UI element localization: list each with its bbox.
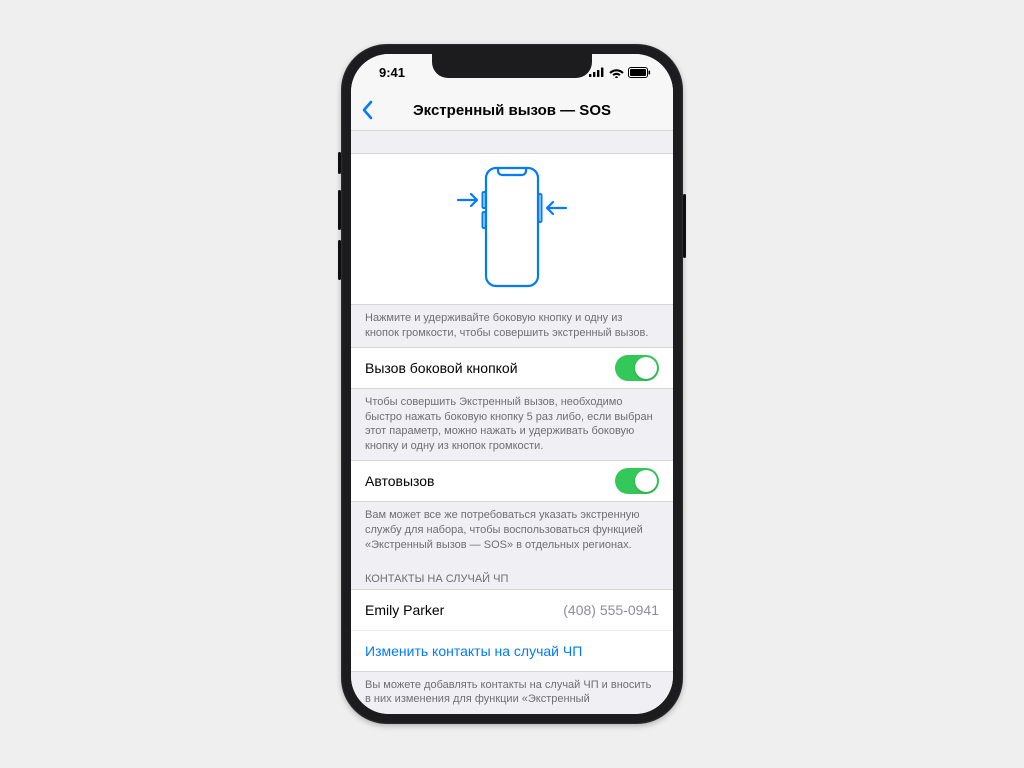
hero-footer: Нажмите и удерживайте боковую кнопку и о… bbox=[351, 305, 673, 347]
hero-illustration-row bbox=[351, 153, 673, 305]
side-button bbox=[683, 194, 686, 258]
phone-frame: 9:41 Экстренный вызов — SOS bbox=[341, 44, 683, 724]
emergency-contacts-header: КОНТАКТЫ НА СЛУЧАЙ ЧП bbox=[351, 559, 673, 589]
volume-down-button bbox=[338, 240, 341, 280]
wifi-icon bbox=[609, 67, 624, 78]
auto-call-row[interactable]: Автовызов bbox=[351, 460, 673, 502]
emergency-contact-row[interactable]: Emily Parker (408) 555-0941 bbox=[351, 589, 673, 630]
edit-emergency-contacts-label: Изменить контакты на случай ЧП bbox=[365, 643, 582, 659]
call-with-side-button-footer: Чтобы совершить Экстренный вызов, необхо… bbox=[351, 389, 673, 460]
nav-title: Экстренный вызов — SOS bbox=[351, 102, 673, 119]
settings-content[interactable]: Нажмите и удерживайте боковую кнопку и о… bbox=[351, 131, 673, 714]
call-with-side-button-label: Вызов боковой кнопкой bbox=[365, 360, 518, 376]
back-button[interactable] bbox=[361, 100, 373, 120]
nav-bar: Экстренный вызов — SOS bbox=[351, 90, 673, 131]
phone-screen: 9:41 Экстренный вызов — SOS bbox=[351, 54, 673, 714]
status-indicators bbox=[589, 67, 651, 78]
phone-press-illustration-icon bbox=[452, 162, 572, 297]
cellular-icon bbox=[589, 67, 605, 77]
status-time: 9:41 bbox=[379, 65, 405, 80]
volume-up-button bbox=[338, 190, 341, 230]
call-with-side-button-row[interactable]: Вызов боковой кнопкой bbox=[351, 347, 673, 389]
auto-call-footer: Вам может все же потребоваться указать э… bbox=[351, 502, 673, 559]
auto-call-label: Автовызов bbox=[365, 473, 435, 489]
notch bbox=[432, 54, 592, 78]
edit-emergency-contacts-link[interactable]: Изменить контакты на случай ЧП bbox=[351, 630, 673, 672]
silence-switch bbox=[338, 152, 341, 174]
auto-call-toggle[interactable] bbox=[615, 468, 659, 494]
contact-phone: (408) 555-0941 bbox=[563, 602, 659, 618]
battery-icon bbox=[628, 67, 651, 78]
emergency-contacts-footer: Вы можете добавлять контакты на случай Ч… bbox=[351, 672, 673, 714]
call-with-side-button-toggle[interactable] bbox=[615, 355, 659, 381]
contact-name: Emily Parker bbox=[365, 602, 444, 618]
